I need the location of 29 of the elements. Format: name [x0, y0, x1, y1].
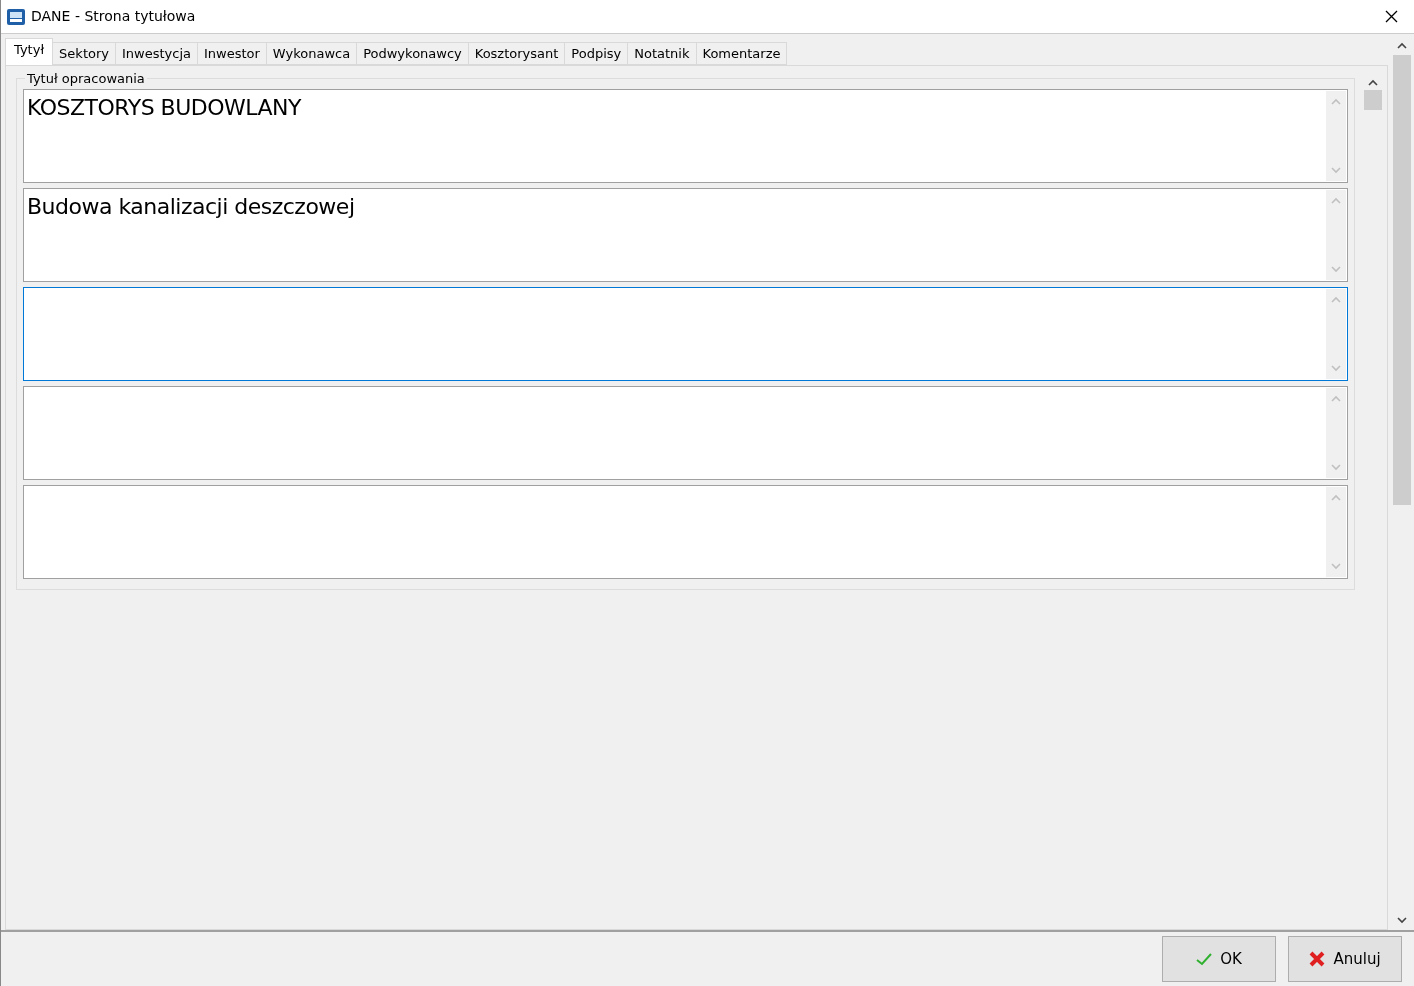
text-area[interactable] [23, 485, 1348, 579]
text-area[interactable] [23, 287, 1348, 381]
tab[interactable]: Inwestor [197, 42, 267, 65]
scroll-up-icon[interactable] [1368, 79, 1378, 86]
window-title: DANE - Strona tytułowa [31, 7, 196, 26]
text-area[interactable] [23, 386, 1348, 480]
ok-button[interactable]: OK [1162, 936, 1276, 982]
scroll-up-icon[interactable] [1397, 42, 1407, 49]
field-text: KOSZTORYS BUDOWLANY [27, 95, 302, 120]
field-text: Budowa kanalizacji deszczowej [27, 194, 355, 219]
tab[interactable]: Komentarze [695, 42, 788, 65]
app-icon [6, 6, 26, 27]
text-area[interactable]: Budowa kanalizacji deszczowej [23, 188, 1348, 282]
scroll-thumb[interactable] [1364, 90, 1382, 110]
tab[interactable]: Podwykonawcy [356, 42, 469, 65]
scroll-down-icon[interactable] [1397, 917, 1407, 924]
close-icon[interactable] [1385, 10, 1398, 23]
cross-icon [1309, 951, 1326, 967]
tab[interactable]: Wykonawca [265, 42, 358, 65]
checkmark-icon [1196, 952, 1213, 966]
tab[interactable]: Podpisy [564, 42, 629, 65]
tab[interactable]: Tytył [5, 38, 54, 65]
text-area[interactable]: KOSZTORYS BUDOWLANY [23, 89, 1348, 183]
tab[interactable]: Inwestycja [115, 42, 198, 65]
tab[interactable]: Kosztorysant [467, 42, 566, 65]
scroll-thumb[interactable] [1393, 55, 1411, 505]
cancel-button[interactable]: Anuluj [1288, 936, 1402, 982]
tab[interactable]: Notatnik [627, 42, 697, 65]
tab[interactable]: Sektory [52, 42, 116, 65]
